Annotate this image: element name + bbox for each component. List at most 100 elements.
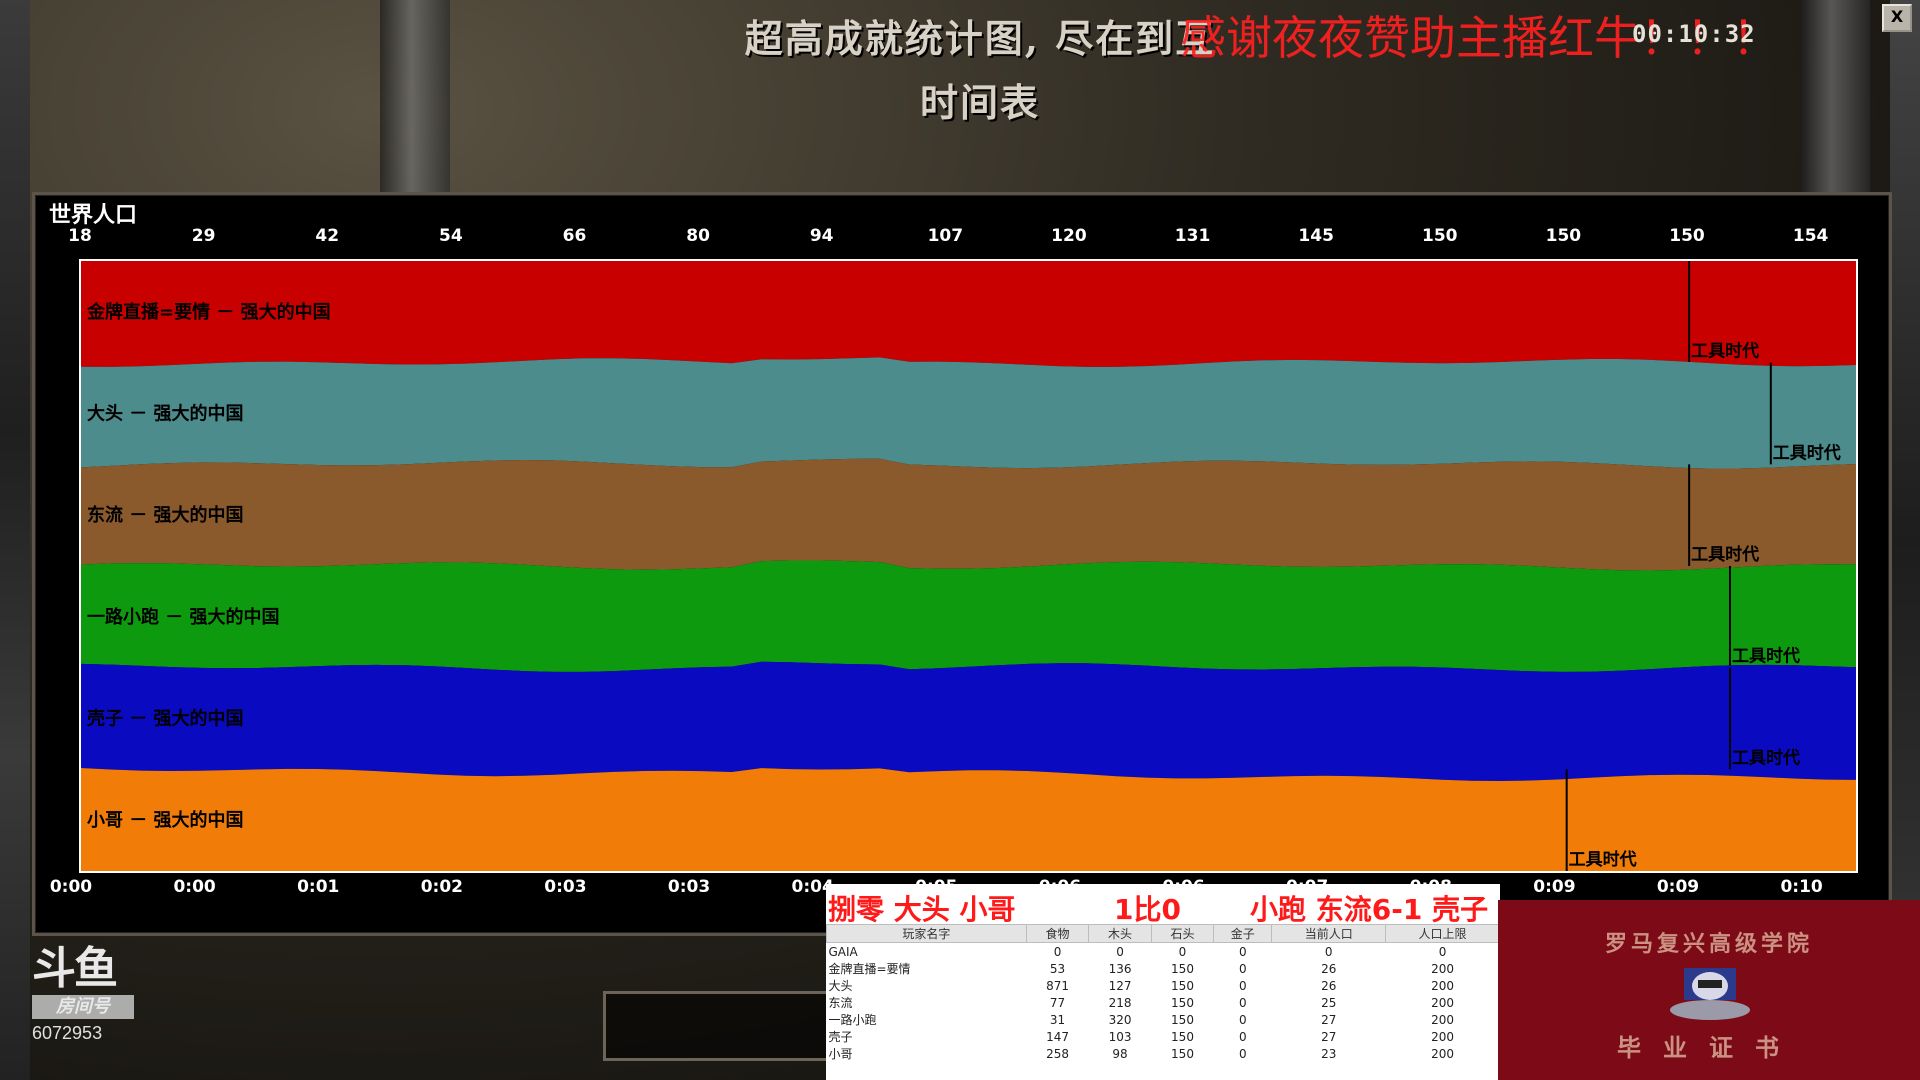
table-cell: 200	[1431, 978, 1455, 993]
table-cell: 0	[1324, 944, 1333, 959]
population-tick-label: 80	[686, 226, 710, 246]
table-cell: GAIA	[828, 944, 858, 959]
age-marker-label: 工具时代	[1732, 646, 1800, 667]
chart-title: 世界人口	[49, 203, 138, 228]
table-row: 小哥 258 98 150 0 23 200	[827, 1045, 1500, 1062]
series-label: 金牌直播=要情 － 强大的中国	[86, 301, 331, 323]
table-cell: 0	[1116, 944, 1124, 959]
table-cell: 金牌直播=要情	[828, 962, 911, 976]
scoreboard-header: 捌零 大头 小哥 1比0 小跑 东流6-1 壳子	[826, 884, 1500, 926]
time-tick-label: 0:02	[420, 877, 463, 897]
table-cell: 150	[1171, 1029, 1194, 1044]
left-pillar-bg	[0, 0, 30, 1080]
population-tick-label: 66	[562, 226, 587, 246]
series-label: 小哥 － 强大的中国	[87, 809, 244, 831]
background-column	[1800, 0, 1870, 200]
population-tick-label: 150	[1669, 226, 1705, 246]
badge-top-text: 罗马复兴高级学院	[1604, 931, 1813, 957]
population-axis: 18 29 42 54 66 80 94 107 120 131 145 150 150 150 154	[35, 226, 1889, 250]
game-clock: 00:10:32	[1632, 20, 1756, 48]
population-tick-label: 154	[1792, 226, 1829, 246]
series-band	[81, 560, 1856, 672]
table-cell: 150	[1171, 995, 1194, 1010]
table-cell: 27	[1321, 1029, 1337, 1044]
population-tick-label: 18	[68, 226, 92, 246]
series-band	[81, 261, 1856, 367]
game-button-frame[interactable]	[603, 991, 831, 1061]
table-cell: 26	[1321, 978, 1337, 993]
time-tick-label: 0:03	[667, 877, 711, 897]
table-cell: 0	[1238, 1046, 1247, 1061]
population-tick-label: 29	[191, 226, 216, 246]
population-tick-label: 120	[1051, 226, 1087, 246]
table-cell: 23	[1321, 1046, 1337, 1061]
scoreboard: 捌零 大头 小哥 1比0 小跑 东流6-1 壳子 玩家名字 食物 木头 石头 金子 当前人…	[826, 884, 1500, 1080]
series-label: 一路小跑 － 强大的中国	[87, 606, 280, 628]
column-header: 食物	[1025, 924, 1090, 943]
table-row: 东流 77 218 150 0 25 200	[827, 994, 1500, 1011]
age-marker-label: 工具时代	[1691, 341, 1759, 362]
table-cell: 壳子	[828, 1030, 853, 1044]
match-score: 1比0	[1114, 893, 1181, 926]
population-tick-label: 150	[1545, 226, 1582, 246]
time-tick-label: 0:09	[1656, 877, 1700, 897]
time-tick-label: 0:10	[1780, 877, 1823, 897]
table-cell: 150	[1171, 961, 1194, 976]
population-tick-label: 107	[927, 226, 964, 246]
series-label: 大头 － 强大的中国	[87, 403, 244, 425]
table-cell: 0	[1238, 944, 1247, 959]
academy-badge: 罗马复兴高级学院 毕业证书	[1498, 900, 1920, 1080]
table-cell: 320	[1108, 1012, 1132, 1027]
table-cell: 0	[1238, 1029, 1247, 1044]
series-band	[81, 458, 1856, 571]
background-column	[380, 0, 450, 200]
page-subtitle: 时间表	[919, 80, 1040, 125]
team-right: 小跑 东流6-1 壳子	[1250, 893, 1489, 926]
series-band	[81, 661, 1856, 781]
series-band	[81, 357, 1856, 469]
logo-mark: 斗鱼	[32, 943, 118, 994]
age-marker-label: 工具时代	[1732, 747, 1800, 768]
table-cell: 25	[1321, 995, 1337, 1010]
population-tick-label: 145	[1298, 226, 1334, 246]
badge-bottom-text: 毕业证书	[1617, 1033, 1801, 1062]
table-cell: 200	[1431, 1012, 1455, 1027]
table-row: 金牌直播=要情 53 136 150 0 26 200	[827, 960, 1500, 977]
population-tick-label: 42	[315, 226, 340, 246]
population-tick-label: 94	[809, 226, 834, 246]
room-id: 6072953	[32, 1023, 103, 1043]
table-cell: 200	[1431, 1029, 1455, 1044]
table-cell: 东流	[828, 996, 853, 1010]
series-label: 东流 － 强大的中国	[87, 504, 244, 526]
timeline-chart: 金牌直播=要情 － 强大的中国 工具时代 大头 － 强大的中国 工具时代 东流 － 强大…	[79, 259, 1858, 873]
time-tick-label: 0:00	[49, 877, 93, 897]
population-tick-label: 131	[1174, 226, 1211, 246]
table-row: GAIA 0 0 0 0 0 0	[827, 943, 1500, 961]
resource-table: 玩家名字 食物 木头 石头 金子 当前人口 人口上限 GAIA 0 0 0 0 0 0 金牌直播=要情 53…	[826, 924, 1500, 1062]
time-tick-label: 0:01	[297, 877, 340, 897]
table-cell: 31	[1049, 1012, 1066, 1027]
table-row: 大头 871 127 150 0 26 200	[827, 977, 1500, 994]
table-cell: 218	[1108, 995, 1132, 1010]
table-cell: 0	[1238, 961, 1247, 976]
table-row: 壳子 147 103 150 0 27 200	[827, 1028, 1500, 1045]
table-cell: 150	[1171, 978, 1194, 993]
time-tick-label: 0:09	[1533, 877, 1576, 897]
table-cell: 147	[1046, 1029, 1070, 1044]
table-cell: 26	[1321, 961, 1337, 976]
age-marker-label: 工具时代	[1691, 544, 1759, 565]
avatar-icon	[1670, 968, 1750, 1020]
table-cell: 136	[1108, 961, 1132, 976]
close-button[interactable]: X	[1882, 4, 1912, 32]
douyu-logo: 斗鱼 房间号 6072953	[32, 945, 142, 1044]
table-cell: 小哥	[828, 1047, 853, 1061]
table-cell: 0	[1438, 944, 1447, 959]
table-cell: 53	[1049, 961, 1066, 976]
table-cell: 200	[1431, 1046, 1455, 1061]
table-row: 一路小跑 31 320 150 0 27 200	[827, 1011, 1500, 1028]
table-cell: 0	[1053, 944, 1062, 959]
table-cell: 103	[1108, 1029, 1132, 1044]
table-cell: 0	[1238, 995, 1247, 1010]
time-tick-label: 0:03	[544, 877, 587, 897]
table-cell: 一路小跑	[828, 1013, 877, 1027]
